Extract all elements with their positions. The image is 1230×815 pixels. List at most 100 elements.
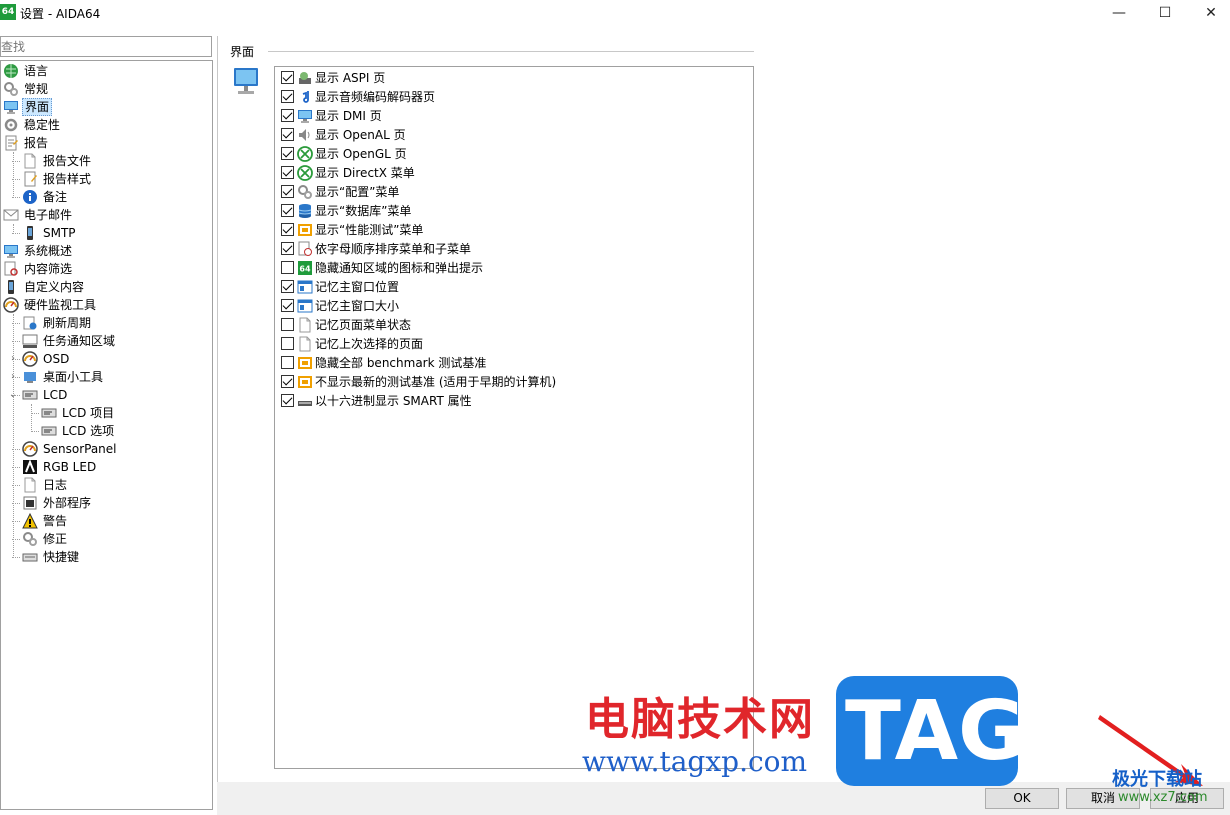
option-checkbox[interactable] [281,166,294,179]
option-label: 记忆主窗口大小 [315,299,400,313]
tree-item[interactable]: LCD [22,386,69,404]
tree-item[interactable]: 内容筛选 [3,260,74,278]
panel-splitter[interactable] [217,36,218,782]
tree-item[interactable]: OSD [22,350,71,368]
info-icon [22,189,38,205]
option-checkbox[interactable] [281,128,294,141]
option-row[interactable]: 记忆主窗口大小 [281,296,399,315]
option-checkbox[interactable] [281,204,294,217]
tree-item[interactable]: 电子邮件 [3,206,74,224]
option-row[interactable]: 显示 ASPI 页 [281,68,385,87]
tree-item[interactable]: 刷新周期 [22,314,93,332]
option-label: 记忆页面菜单状态 [315,318,412,332]
option-checkbox[interactable] [281,299,294,312]
option-checkbox[interactable] [281,147,294,160]
tree-item[interactable]: SensorPanel [22,440,119,458]
tree-item[interactable]: 语言 [3,62,50,80]
tree-item[interactable]: 自定义内容 [3,278,86,296]
tree-item-label: 界面 [22,98,53,116]
tree-item[interactable]: LCD 选项 [41,422,116,440]
tree-item[interactable]: 任务通知区域 [22,332,117,350]
section-divider [268,51,754,52]
tree-item[interactable]: 报告文件 [22,152,93,170]
option-row[interactable]: 显示“配置”菜单 [281,182,399,201]
option-checkbox[interactable] [281,318,294,331]
monitor-icon [297,108,313,124]
tree-item-label: OSD [43,352,70,366]
lcd-icon [22,387,38,403]
option-checkbox[interactable] [281,337,294,350]
option-row[interactable]: 以十六进制显示 SMART 属性 [281,391,472,410]
tree-item[interactable]: 外部程序 [22,494,93,512]
option-checkbox[interactable] [281,242,294,255]
tree-item[interactable]: 桌面小工具 [22,368,105,386]
option-checkbox[interactable] [281,394,294,407]
watermark-site-url: www.tagxp.com [582,745,808,778]
option-row[interactable]: 显示音频编码解码器页 [281,87,435,106]
tree-item[interactable]: 警告 [22,512,69,530]
option-row[interactable]: 记忆上次选择的页面 [281,334,423,353]
close-button[interactable]: ✕ [1188,0,1230,28]
search-input[interactable] [0,36,212,57]
option-row[interactable]: 显示“数据库”菜单 [281,201,411,220]
tree-item-label: SensorPanel [43,442,117,456]
tree-item-label: RGB LED [43,460,97,474]
option-checkbox[interactable] [281,280,294,293]
option-checkbox[interactable] [281,223,294,236]
option-row[interactable]: 显示 OpenAL 页 [281,125,406,144]
option-checkbox[interactable] [281,375,294,388]
option-checkbox[interactable] [281,261,294,274]
option-row[interactable]: 记忆主窗口位置 [281,277,399,296]
tree-item-label: 稳定性 [24,118,61,132]
benchmark-icon [297,355,313,371]
monitor-icon [3,99,19,115]
email-icon [3,207,19,223]
option-label: 隐藏全部 benchmark 测试基准 [315,356,487,370]
tree-item[interactable]: 常规 [3,80,50,98]
tree-connector [13,152,14,198]
option-row[interactable]: 64 隐藏通知区域的图标和弹出提示 [281,258,483,277]
tree-item[interactable]: SMTP [22,224,78,242]
option-checkbox[interactable] [281,185,294,198]
tree-item[interactable]: 报告 [3,134,50,152]
option-row[interactable]: 显示 OpenGL 页 [281,144,407,163]
drive-icon [297,393,313,409]
tree-item[interactable]: 日志 [22,476,69,494]
tree-item-label: 修正 [43,532,68,546]
options-list: 显示 ASPI 页显示音频编码解码器页 显示 DMI 页显示 OpenAL 页显示… [274,66,754,769]
option-row[interactable]: 显示 DMI 页 [281,106,382,125]
tree-item[interactable]: 修正 [22,530,69,548]
option-label: 显示“性能测试”菜单 [315,223,424,237]
option-checkbox[interactable] [281,356,294,369]
xbox-icon [297,145,313,162]
report-style-icon [22,171,38,187]
gadget-icon [22,369,38,385]
option-label: 显示“数据库”菜单 [315,204,412,218]
option-checkbox[interactable] [281,90,294,103]
tree-item[interactable]: 系统概述 [3,242,74,260]
option-row[interactable]: 不显示最新的测试基准 (适用于早期的计算机) [281,372,556,391]
option-row[interactable]: 隐藏全部 benchmark 测试基准 [281,353,486,372]
maximize-button[interactable]: ☐ [1142,0,1188,28]
tree-item[interactable]: 报告样式 [22,170,93,188]
settings-tree: 语言 常规 界面稳定性报告 报告文件 报告样式 备注 电子邮件 SMTP 系统概述 内容筛选 自定义… [0,60,213,810]
ok-button[interactable]: OK [985,788,1059,809]
tree-item[interactable]: RGB LED [22,458,98,476]
option-checkbox[interactable] [281,109,294,122]
tree-item[interactable]: LCD 项目 [41,404,116,422]
option-row[interactable]: 显示“性能测试”菜单 [281,220,423,239]
option-row[interactable]: 显示 DirectX 菜单 [281,163,415,182]
tree-item[interactable]: 稳定性 [3,116,62,134]
option-row[interactable]: 依字母顺序排序菜单和子菜单 [281,239,471,258]
tree-item[interactable]: 界面 [3,98,53,116]
tree-item-label: 日志 [43,478,68,492]
option-checkbox[interactable] [281,71,294,84]
tree-item[interactable]: 硬件监视工具 [3,296,98,314]
minimize-button[interactable]: — [1096,0,1142,28]
svg-text:64: 64 [299,264,311,273]
lcd-icon [41,405,57,421]
tree-item[interactable]: 备注 [22,188,69,206]
option-row[interactable]: 记忆页面菜单状态 [281,315,411,334]
gauge-icon [22,351,38,367]
tree-item[interactable]: 快捷键 [22,548,81,566]
